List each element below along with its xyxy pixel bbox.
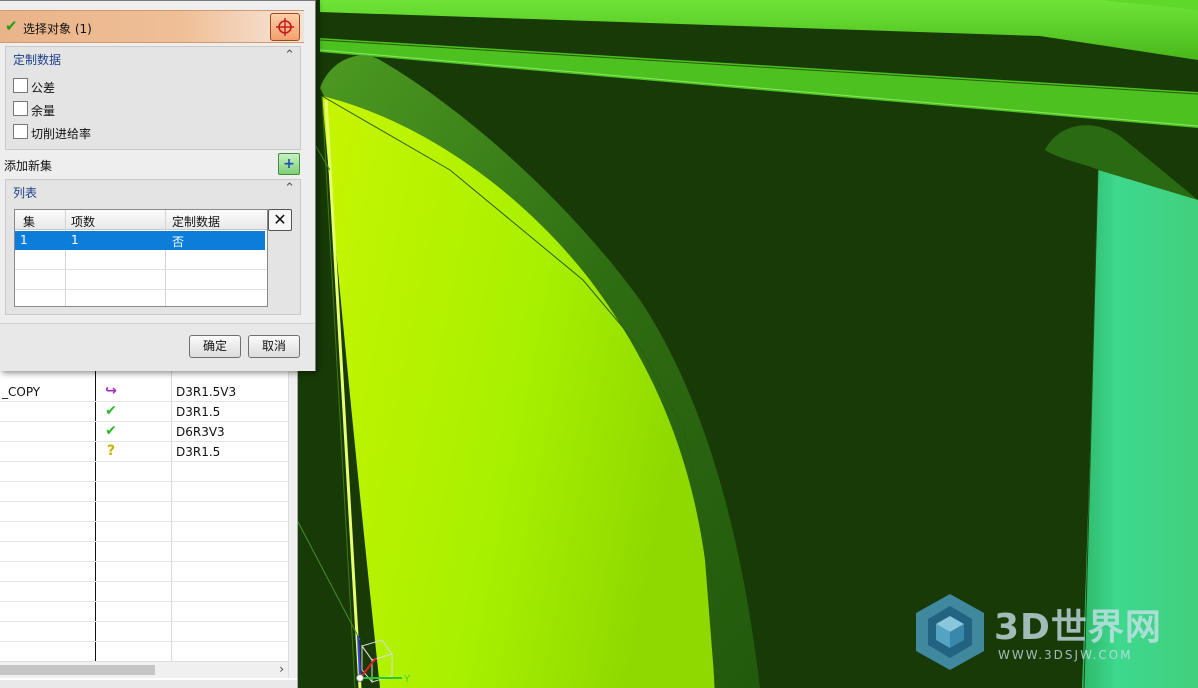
nav-row[interactable]: ? D3R1.5 bbox=[0, 442, 288, 462]
cancel-button[interactable]: 取消 bbox=[248, 335, 300, 358]
nav-empty-row bbox=[0, 482, 288, 502]
checkbox-label: 公差 bbox=[31, 81, 56, 95]
watermark-url: WWW.3DSJW.COM bbox=[998, 648, 1133, 662]
section-title: 列表 bbox=[13, 186, 38, 200]
add-new-set-button[interactable]: + bbox=[278, 153, 300, 175]
column-header[interactable]: 定制数据 bbox=[172, 213, 220, 230]
add-set-icon: + bbox=[283, 156, 295, 172]
operation-navigator: _COPY ↪ D3R1.5V3 ✔ D3R1.5 ✔ D6R3V3 ? D3R… bbox=[0, 360, 298, 688]
tool-name: D3R1.5 bbox=[176, 405, 221, 419]
table-row[interactable]: 1 1 否 bbox=[15, 231, 265, 250]
tool-name: D3R1.5 bbox=[176, 445, 221, 459]
empty-table-row bbox=[15, 270, 267, 290]
delete-set-button[interactable]: ✕ bbox=[268, 209, 292, 231]
nav-empty-row bbox=[0, 602, 288, 622]
nav-empty-row bbox=[0, 542, 288, 562]
custom-data-cell: 否 bbox=[172, 235, 185, 249]
set-cell: 1 bbox=[20, 233, 28, 247]
nav-empty-row bbox=[0, 502, 288, 522]
nav-empty-row bbox=[0, 622, 288, 642]
redo-arrow-icon: ↪ bbox=[105, 383, 117, 399]
scroll-right-arrow-icon[interactable]: › bbox=[279, 662, 284, 676]
select-object-button[interactable] bbox=[270, 13, 300, 41]
custom-data-dialog: ✔ 选择对象 (1) 定制数据 ⌃ 公差 余量 切削进给率 添加新集 + 列表 … bbox=[0, 0, 316, 371]
close-icon: ✕ bbox=[273, 210, 287, 229]
check-icon: ✔ bbox=[5, 17, 18, 35]
feedrate-checkbox[interactable] bbox=[13, 124, 28, 139]
nav-horizontal-scrollbar[interactable]: › bbox=[0, 661, 288, 678]
nav-bottom-tabs[interactable] bbox=[0, 680, 297, 688]
select-object-label: 选择对象 (1) bbox=[23, 22, 92, 36]
custom-data-section: 定制数据 ⌃ 公差 余量 切削进给率 bbox=[5, 46, 301, 150]
set-list-table: 集 项数 定制数据 1 1 否 bbox=[14, 209, 268, 307]
nav-empty-row bbox=[0, 562, 288, 582]
nav-empty-row bbox=[0, 582, 288, 602]
nav-empty-row bbox=[0, 642, 288, 662]
nav-row[interactable]: _COPY ↪ D3R1.5V3 bbox=[0, 382, 288, 402]
ok-button[interactable]: 确定 bbox=[189, 335, 241, 358]
scrollbar-thumb[interactable] bbox=[0, 665, 155, 675]
stock-checkbox[interactable] bbox=[13, 101, 28, 116]
nav-empty-row bbox=[0, 462, 288, 482]
add-new-set-label: 添加新集 bbox=[4, 159, 53, 173]
orientation-triad: Y bbox=[348, 630, 414, 688]
cube-logo-icon bbox=[916, 594, 984, 670]
nav-row[interactable]: ✔ D6R3V3 bbox=[0, 422, 288, 442]
section-title: 定制数据 bbox=[13, 53, 62, 67]
tool-name: D3R1.5V3 bbox=[176, 385, 237, 399]
check-icon: ✔ bbox=[105, 423, 117, 439]
nav-empty-row bbox=[0, 522, 288, 542]
nav-vertical-scrollbar[interactable] bbox=[288, 360, 297, 678]
count-cell: 1 bbox=[71, 233, 79, 247]
table-header: 集 项数 定制数据 bbox=[15, 210, 267, 230]
watermark-text: 3D世界网 bbox=[994, 607, 1162, 648]
checkbox-label: 余量 bbox=[31, 104, 56, 118]
add-new-set-row: 添加新集 + bbox=[0, 153, 305, 177]
list-section: 列表 ⌃ 集 项数 定制数据 1 1 否 bbox=[5, 179, 301, 315]
tolerance-checkbox[interactable] bbox=[13, 78, 28, 93]
svg-text:Y: Y bbox=[403, 674, 411, 685]
crosshair-icon bbox=[276, 18, 294, 36]
chevron-up-icon[interactable]: ⌃ bbox=[284, 181, 295, 196]
dialog-footer: 确定 取消 bbox=[0, 323, 315, 371]
select-object-row[interactable]: ✔ 选择对象 (1) bbox=[0, 10, 304, 43]
checkbox-label: 切削进给率 bbox=[31, 127, 92, 141]
operation-name: _COPY bbox=[2, 385, 41, 399]
check-icon: ✔ bbox=[105, 403, 117, 419]
tool-name: D6R3V3 bbox=[176, 425, 225, 439]
chevron-up-icon[interactable]: ⌃ bbox=[284, 48, 295, 63]
question-icon: ? bbox=[106, 443, 116, 459]
wcs-axes-icon: Y bbox=[356, 635, 411, 685]
empty-table-row bbox=[15, 250, 267, 270]
nav-row[interactable]: ✔ D3R1.5 bbox=[0, 402, 288, 422]
watermark: 3D世界网 WWW.3DSJW.COM bbox=[912, 592, 1182, 674]
column-header[interactable]: 项数 bbox=[71, 213, 95, 230]
column-header[interactable]: 集 bbox=[23, 213, 35, 230]
